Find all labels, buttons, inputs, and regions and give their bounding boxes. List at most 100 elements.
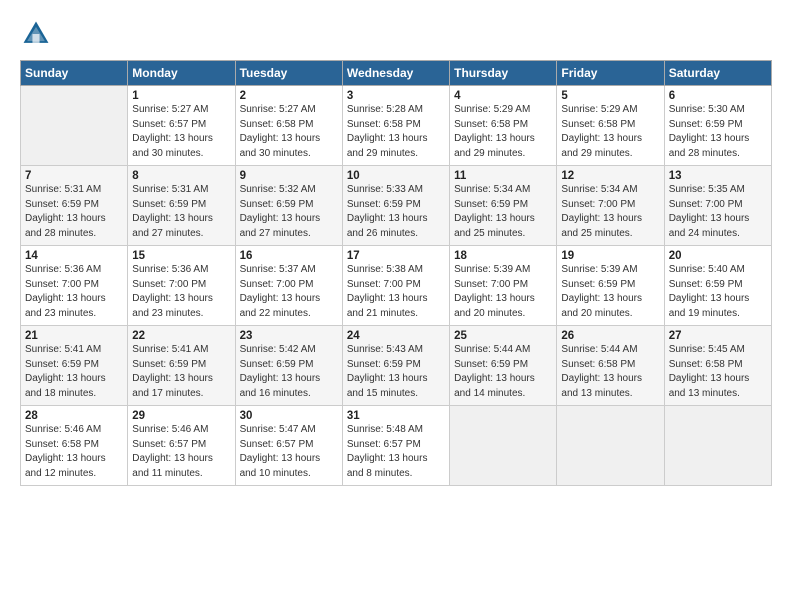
col-header-monday: Monday <box>128 61 235 86</box>
header-row: SundayMondayTuesdayWednesdayThursdayFrid… <box>21 61 772 86</box>
col-header-tuesday: Tuesday <box>235 61 342 86</box>
day-info: Sunrise: 5:41 AM Sunset: 6:59 PM Dayligh… <box>132 343 230 401</box>
day-cell <box>557 406 664 486</box>
day-info: Sunrise: 5:29 AM Sunset: 6:58 PM Dayligh… <box>454 103 552 161</box>
day-info: Sunrise: 5:35 AM Sunset: 7:00 PM Dayligh… <box>669 183 767 241</box>
day-cell: 11Sunrise: 5:34 AM Sunset: 6:59 PM Dayli… <box>450 166 557 246</box>
day-cell: 29Sunrise: 5:46 AM Sunset: 6:57 PM Dayli… <box>128 406 235 486</box>
day-number: 31 <box>347 410 445 422</box>
day-info: Sunrise: 5:34 AM Sunset: 6:59 PM Dayligh… <box>454 183 552 241</box>
day-number: 5 <box>561 90 659 102</box>
day-number: 29 <box>132 410 230 422</box>
week-row-1: 1Sunrise: 5:27 AM Sunset: 6:57 PM Daylig… <box>21 86 772 166</box>
day-number: 24 <box>347 330 445 342</box>
day-cell: 2Sunrise: 5:27 AM Sunset: 6:58 PM Daylig… <box>235 86 342 166</box>
day-info: Sunrise: 5:47 AM Sunset: 6:57 PM Dayligh… <box>240 423 338 481</box>
day-number: 2 <box>240 90 338 102</box>
day-number: 7 <box>25 170 123 182</box>
day-cell: 15Sunrise: 5:36 AM Sunset: 7:00 PM Dayli… <box>128 246 235 326</box>
day-cell: 26Sunrise: 5:44 AM Sunset: 6:58 PM Dayli… <box>557 326 664 406</box>
col-header-wednesday: Wednesday <box>342 61 449 86</box>
day-cell: 7Sunrise: 5:31 AM Sunset: 6:59 PM Daylig… <box>21 166 128 246</box>
col-header-saturday: Saturday <box>664 61 771 86</box>
day-info: Sunrise: 5:38 AM Sunset: 7:00 PM Dayligh… <box>347 263 445 321</box>
day-cell: 12Sunrise: 5:34 AM Sunset: 7:00 PM Dayli… <box>557 166 664 246</box>
day-number: 17 <box>347 250 445 262</box>
day-info: Sunrise: 5:28 AM Sunset: 6:58 PM Dayligh… <box>347 103 445 161</box>
day-number: 6 <box>669 90 767 102</box>
day-number: 9 <box>240 170 338 182</box>
day-cell: 22Sunrise: 5:41 AM Sunset: 6:59 PM Dayli… <box>128 326 235 406</box>
day-cell: 30Sunrise: 5:47 AM Sunset: 6:57 PM Dayli… <box>235 406 342 486</box>
day-number: 26 <box>561 330 659 342</box>
day-cell: 5Sunrise: 5:29 AM Sunset: 6:58 PM Daylig… <box>557 86 664 166</box>
day-cell: 24Sunrise: 5:43 AM Sunset: 6:59 PM Dayli… <box>342 326 449 406</box>
day-number: 20 <box>669 250 767 262</box>
day-info: Sunrise: 5:43 AM Sunset: 6:59 PM Dayligh… <box>347 343 445 401</box>
day-cell: 28Sunrise: 5:46 AM Sunset: 6:58 PM Dayli… <box>21 406 128 486</box>
day-number: 25 <box>454 330 552 342</box>
day-info: Sunrise: 5:42 AM Sunset: 6:59 PM Dayligh… <box>240 343 338 401</box>
day-info: Sunrise: 5:46 AM Sunset: 6:57 PM Dayligh… <box>132 423 230 481</box>
calendar-table: SundayMondayTuesdayWednesdayThursdayFrid… <box>20 60 772 486</box>
day-cell: 17Sunrise: 5:38 AM Sunset: 7:00 PM Dayli… <box>342 246 449 326</box>
day-cell <box>664 406 771 486</box>
day-info: Sunrise: 5:36 AM Sunset: 7:00 PM Dayligh… <box>25 263 123 321</box>
week-row-4: 21Sunrise: 5:41 AM Sunset: 6:59 PM Dayli… <box>21 326 772 406</box>
day-info: Sunrise: 5:44 AM Sunset: 6:58 PM Dayligh… <box>561 343 659 401</box>
day-info: Sunrise: 5:41 AM Sunset: 6:59 PM Dayligh… <box>25 343 123 401</box>
day-cell: 20Sunrise: 5:40 AM Sunset: 6:59 PM Dayli… <box>664 246 771 326</box>
day-cell: 9Sunrise: 5:32 AM Sunset: 6:59 PM Daylig… <box>235 166 342 246</box>
header <box>20 18 772 50</box>
day-info: Sunrise: 5:36 AM Sunset: 7:00 PM Dayligh… <box>132 263 230 321</box>
day-cell: 6Sunrise: 5:30 AM Sunset: 6:59 PM Daylig… <box>664 86 771 166</box>
col-header-sunday: Sunday <box>21 61 128 86</box>
day-number: 23 <box>240 330 338 342</box>
day-info: Sunrise: 5:30 AM Sunset: 6:59 PM Dayligh… <box>669 103 767 161</box>
day-number: 22 <box>132 330 230 342</box>
day-cell: 19Sunrise: 5:39 AM Sunset: 6:59 PM Dayli… <box>557 246 664 326</box>
day-cell: 18Sunrise: 5:39 AM Sunset: 7:00 PM Dayli… <box>450 246 557 326</box>
day-cell: 16Sunrise: 5:37 AM Sunset: 7:00 PM Dayli… <box>235 246 342 326</box>
day-cell: 31Sunrise: 5:48 AM Sunset: 6:57 PM Dayli… <box>342 406 449 486</box>
day-number: 8 <box>132 170 230 182</box>
day-number: 12 <box>561 170 659 182</box>
day-cell: 25Sunrise: 5:44 AM Sunset: 6:59 PM Dayli… <box>450 326 557 406</box>
day-number: 27 <box>669 330 767 342</box>
day-cell: 1Sunrise: 5:27 AM Sunset: 6:57 PM Daylig… <box>128 86 235 166</box>
day-info: Sunrise: 5:34 AM Sunset: 7:00 PM Dayligh… <box>561 183 659 241</box>
logo-icon <box>20 18 52 50</box>
col-header-friday: Friday <box>557 61 664 86</box>
day-info: Sunrise: 5:37 AM Sunset: 7:00 PM Dayligh… <box>240 263 338 321</box>
logo <box>20 18 56 50</box>
day-info: Sunrise: 5:27 AM Sunset: 6:57 PM Dayligh… <box>132 103 230 161</box>
day-number: 4 <box>454 90 552 102</box>
day-number: 11 <box>454 170 552 182</box>
week-row-2: 7Sunrise: 5:31 AM Sunset: 6:59 PM Daylig… <box>21 166 772 246</box>
day-info: Sunrise: 5:27 AM Sunset: 6:58 PM Dayligh… <box>240 103 338 161</box>
day-number: 30 <box>240 410 338 422</box>
col-header-thursday: Thursday <box>450 61 557 86</box>
day-cell: 4Sunrise: 5:29 AM Sunset: 6:58 PM Daylig… <box>450 86 557 166</box>
page: SundayMondayTuesdayWednesdayThursdayFrid… <box>0 0 792 496</box>
day-cell <box>450 406 557 486</box>
day-cell: 8Sunrise: 5:31 AM Sunset: 6:59 PM Daylig… <box>128 166 235 246</box>
day-number: 21 <box>25 330 123 342</box>
day-number: 13 <box>669 170 767 182</box>
day-info: Sunrise: 5:31 AM Sunset: 6:59 PM Dayligh… <box>25 183 123 241</box>
day-number: 19 <box>561 250 659 262</box>
day-info: Sunrise: 5:44 AM Sunset: 6:59 PM Dayligh… <box>454 343 552 401</box>
week-row-3: 14Sunrise: 5:36 AM Sunset: 7:00 PM Dayli… <box>21 246 772 326</box>
day-info: Sunrise: 5:32 AM Sunset: 6:59 PM Dayligh… <box>240 183 338 241</box>
day-cell: 23Sunrise: 5:42 AM Sunset: 6:59 PM Dayli… <box>235 326 342 406</box>
day-number: 28 <box>25 410 123 422</box>
day-cell: 21Sunrise: 5:41 AM Sunset: 6:59 PM Dayli… <box>21 326 128 406</box>
day-info: Sunrise: 5:39 AM Sunset: 6:59 PM Dayligh… <box>561 263 659 321</box>
day-info: Sunrise: 5:48 AM Sunset: 6:57 PM Dayligh… <box>347 423 445 481</box>
day-number: 15 <box>132 250 230 262</box>
day-number: 16 <box>240 250 338 262</box>
day-cell: 14Sunrise: 5:36 AM Sunset: 7:00 PM Dayli… <box>21 246 128 326</box>
day-cell <box>21 86 128 166</box>
day-cell: 3Sunrise: 5:28 AM Sunset: 6:58 PM Daylig… <box>342 86 449 166</box>
day-number: 3 <box>347 90 445 102</box>
